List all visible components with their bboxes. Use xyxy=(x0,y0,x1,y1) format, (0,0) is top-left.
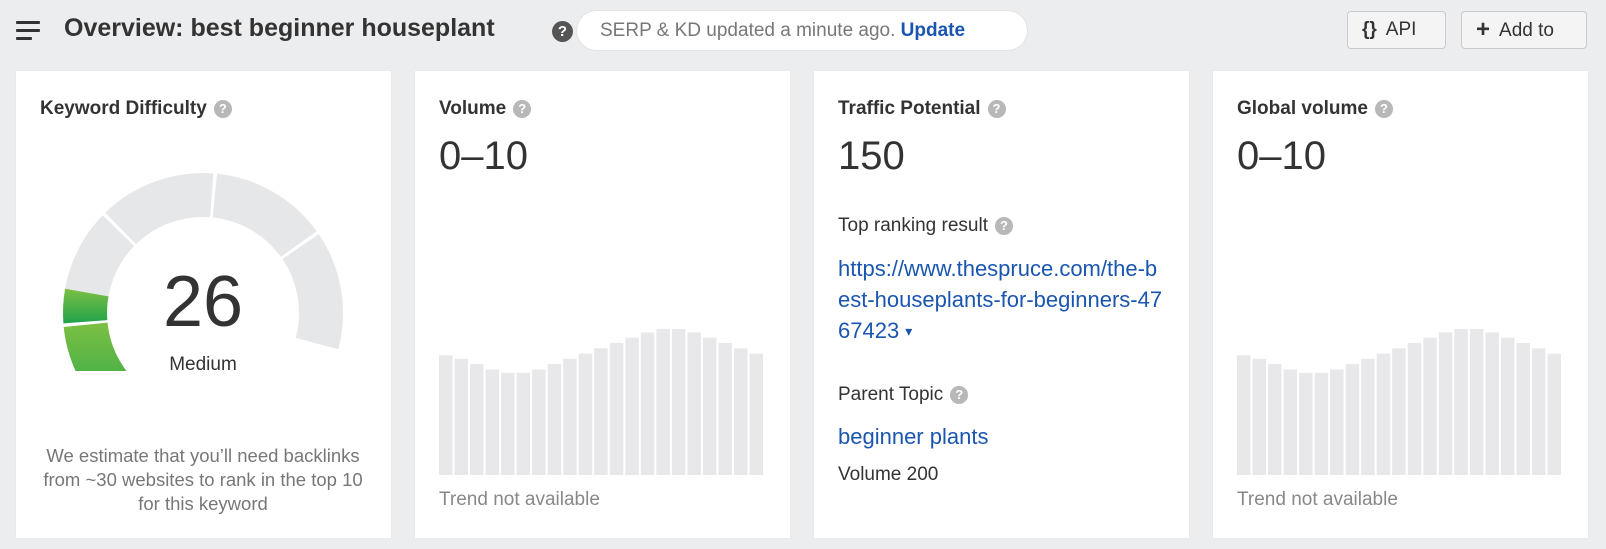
trend-bar xyxy=(1237,355,1251,475)
traffic-potential-value: 150 xyxy=(838,134,905,178)
help-icon[interactable]: ? xyxy=(994,217,1013,235)
trend-bar xyxy=(454,358,468,475)
api-button-label: API xyxy=(1385,19,1417,40)
top-ranking-result-link[interactable]: https://www.thespruce.com/the-best-house… xyxy=(838,253,1168,347)
trend-bar xyxy=(1392,348,1406,475)
difficulty-note: We estimate that you’ll need backlinks f… xyxy=(43,445,363,514)
help-icon[interactable]: ? xyxy=(213,100,232,118)
trend-bar xyxy=(1268,364,1282,475)
serp-status-pill: SERP & KD updated a minute ago. Update xyxy=(577,11,1027,50)
trend-note: Trend not available xyxy=(439,489,600,510)
card-title-text: Volume xyxy=(439,98,507,119)
trend-bar xyxy=(1283,369,1298,475)
parent-topic-label: Parent Topic? xyxy=(838,384,969,406)
update-link[interactable]: Update xyxy=(901,20,965,41)
card-title: Keyword Difficulty? xyxy=(40,98,232,120)
trend-bar xyxy=(1299,372,1313,475)
trend-bar xyxy=(1532,348,1546,475)
parent-topic-volume: Volume 200 xyxy=(838,464,939,485)
help-icon[interactable]: ? xyxy=(1374,100,1393,118)
keyword-difficulty-card: Keyword Difficulty? 26 Medium We estimat… xyxy=(16,71,391,538)
add-to-button-label: Add to xyxy=(1499,20,1554,41)
trend-bar xyxy=(1500,337,1515,475)
global-trend-bars xyxy=(1237,299,1563,475)
trend-bar xyxy=(609,343,624,475)
trend-bar xyxy=(1361,358,1375,475)
trend-bar xyxy=(1485,332,1499,475)
trend-bar xyxy=(1314,372,1329,475)
card-title-text: Keyword Difficulty xyxy=(40,98,207,119)
traffic-potential-card: Traffic Potential? 150 Top ranking resul… xyxy=(814,71,1189,538)
api-button[interactable]: {} API xyxy=(1347,11,1446,49)
trend-bar xyxy=(1423,337,1437,475)
trend-bar xyxy=(563,358,577,475)
parent-topic-label-text: Parent Topic xyxy=(838,384,944,405)
trend-bar xyxy=(470,364,484,475)
trend-bar xyxy=(1407,343,1422,475)
trend-bar xyxy=(718,343,732,475)
code-braces-icon: {} xyxy=(1362,19,1377,40)
add-to-button[interactable]: + Add to xyxy=(1461,11,1587,49)
trend-bar xyxy=(578,353,593,475)
help-icon[interactable]: ? xyxy=(987,100,1006,118)
trend-bar xyxy=(1454,328,1468,475)
trend-bar xyxy=(640,332,655,475)
trend-bar xyxy=(516,372,531,475)
card-title: Traffic Potential? xyxy=(838,98,1006,120)
trend-bar xyxy=(1345,364,1360,475)
plus-icon: + xyxy=(1476,16,1491,43)
serp-status-text: SERP & KD updated a minute ago. xyxy=(600,20,896,41)
global-volume-card: Global volume? 0–10 Trend not available xyxy=(1213,71,1588,538)
card-title: Global volume? xyxy=(1237,98,1393,120)
trend-bar xyxy=(1330,369,1344,475)
trend-bar xyxy=(671,328,686,475)
volume-card: Volume? 0–10 Trend not available xyxy=(415,71,790,538)
gauge-segment xyxy=(105,173,214,245)
trend-bar xyxy=(1376,353,1391,475)
trend-bar xyxy=(439,355,453,475)
trend-bar xyxy=(1252,358,1266,475)
trend-bar xyxy=(1469,328,1484,475)
trend-bar xyxy=(687,332,701,475)
help-icon[interactable]: ? xyxy=(950,386,969,404)
trend-bar xyxy=(501,372,515,475)
top-ranking-label: Top ranking result? xyxy=(838,215,1013,237)
trend-bar xyxy=(656,328,670,475)
trend-bar xyxy=(702,337,717,475)
card-title-text: Traffic Potential xyxy=(838,98,981,119)
trend-bar xyxy=(532,369,546,475)
help-icon[interactable]: ? xyxy=(513,100,532,118)
top-bar: Overview: best beginner houseplant ? SER… xyxy=(0,0,1606,62)
trend-bar xyxy=(547,364,562,475)
card-title-text: Global volume xyxy=(1237,98,1368,119)
global-volume-value: 0–10 xyxy=(1237,134,1326,178)
difficulty-score: 26 xyxy=(162,262,244,342)
trend-bar xyxy=(1438,332,1453,475)
help-icon[interactable]: ? xyxy=(552,21,573,42)
trend-bar xyxy=(734,348,748,475)
card-title: Volume? xyxy=(439,98,532,120)
trend-bar xyxy=(1516,343,1530,475)
page-title: Overview: best beginner houseplant xyxy=(64,14,495,42)
gauge-segment xyxy=(212,173,317,257)
top-ranking-label-text: Top ranking result xyxy=(838,215,988,236)
volume-trend-bars xyxy=(439,299,765,475)
volume-value: 0–10 xyxy=(439,134,528,178)
trend-note: Trend not available xyxy=(1237,489,1398,510)
trend-bar xyxy=(594,348,608,475)
trend-bar xyxy=(1547,353,1561,475)
hamburger-menu-icon[interactable] xyxy=(16,20,40,40)
parent-topic-link[interactable]: beginner plants xyxy=(838,421,1168,452)
trend-bar xyxy=(485,369,500,475)
caret-down-icon[interactable]: ▾ xyxy=(905,323,912,339)
top-ranking-url[interactable]: https://www.thespruce.com/the-best-house… xyxy=(838,256,1162,343)
trend-bar xyxy=(749,353,763,475)
trend-bar xyxy=(625,337,639,475)
difficulty-rating: Medium xyxy=(169,354,237,375)
